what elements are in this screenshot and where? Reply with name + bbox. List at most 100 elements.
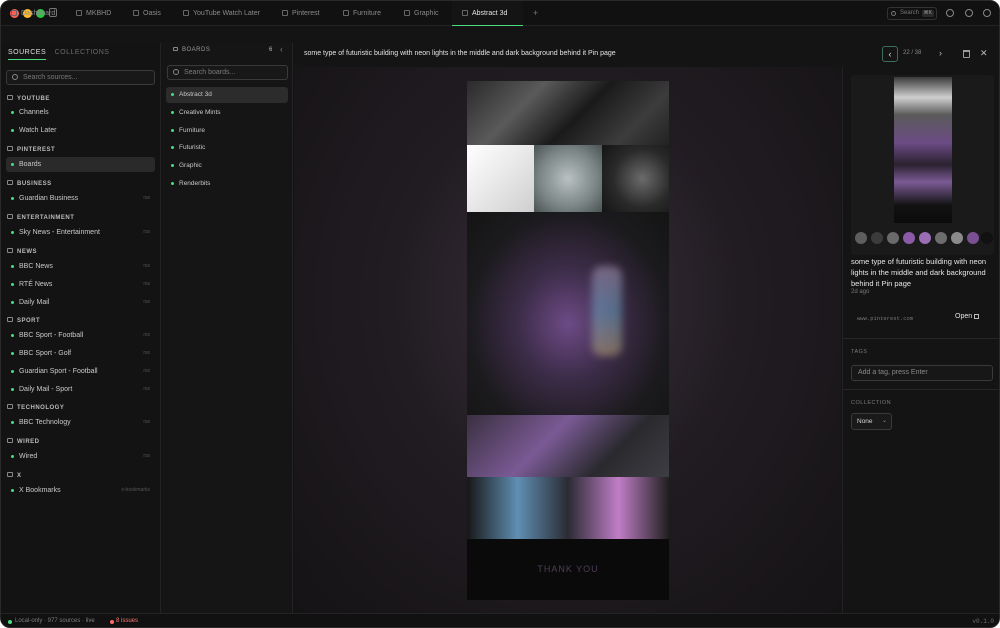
color-swatch[interactable]: [951, 232, 963, 244]
status-dot: [11, 370, 14, 373]
tab-collections[interactable]: COLLECTIONS: [55, 49, 110, 59]
divider: [843, 338, 999, 339]
tab-label: MKBHD: [86, 10, 112, 17]
sidebar-item-watch-later[interactable]: Watch Later: [6, 123, 155, 138]
add-tag-input[interactable]: Add a tag, press Enter: [851, 365, 993, 381]
tab-youtube-watch-later[interactable]: YouTube Watch Later: [173, 1, 260, 26]
folder-icon: [7, 214, 13, 219]
sidebar-item-bbc-news[interactable]: BBC News rss: [6, 259, 155, 274]
sidebar-item-label: BBC Technology: [19, 419, 71, 426]
tags-label: TAGS: [851, 349, 868, 355]
group-header-entertainment[interactable]: ENTERTAINMENT: [7, 212, 74, 224]
group-header-youtube[interactable]: YOUTUBE: [7, 93, 50, 105]
sidebar-item-label: Guardian Business: [19, 195, 79, 202]
settings-icon[interactable]: [946, 9, 954, 17]
sidebar-item-sky-news-entertainment[interactable]: Sky News - Entertainment rss: [6, 225, 155, 240]
source-type-tag: rss: [143, 229, 150, 235]
pin-source-url[interactable]: www.pinterest.com: [857, 315, 913, 322]
sidebar-item-x-bookmarks[interactable]: X Bookmarks x-bookmarks: [6, 483, 155, 498]
status-dot: [171, 129, 174, 132]
tab-oasis[interactable]: Oasis: [123, 1, 161, 26]
board-item-abstract-3d[interactable]: Abstract 3d: [166, 87, 288, 103]
collapse-boards-icon[interactable]: ‹: [280, 45, 283, 54]
sidebar-item-bbc-sport-football[interactable]: BBC Sport - Football rss: [6, 328, 155, 343]
board-item-futuristic[interactable]: Futuristic: [166, 140, 288, 156]
sidebar-item-guardian-business[interactable]: Guardian Business rss: [6, 191, 155, 206]
sidebar-item-daily-mail[interactable]: Daily Mail rss: [6, 295, 155, 310]
color-swatch[interactable]: [887, 232, 899, 244]
global-search-button[interactable]: Search ⌘K: [887, 7, 937, 20]
sidebar-item-bbc-sport-golf[interactable]: BBC Sport - Golf rss: [6, 346, 155, 361]
issues-link[interactable]: 8 issues: [116, 614, 138, 627]
search-boards-input[interactable]: Search boards...: [167, 65, 288, 80]
color-swatch[interactable]: [855, 232, 867, 244]
shortcut-badge: ⌘K: [921, 10, 934, 17]
collection-select[interactable]: None ⌄: [851, 413, 892, 430]
trash-icon[interactable]: [963, 50, 970, 58]
dashboard-icon: [11, 10, 17, 16]
source-type-tag: rss: [143, 368, 150, 374]
group-label: ENTERTAINMENT: [17, 215, 75, 221]
status-dot: [171, 146, 174, 149]
source-type-tag: rss: [143, 332, 150, 338]
color-swatch[interactable]: [919, 232, 931, 244]
board-item-creative-mints[interactable]: Creative Mints: [166, 105, 288, 121]
sidebar-item-boards[interactable]: Boards: [6, 157, 155, 172]
sidebar-item-guardian-sport-football[interactable]: Guardian Sport - Football rss: [6, 364, 155, 379]
group-header-business[interactable]: BUSINESS: [7, 178, 52, 190]
sidebar-item-channels[interactable]: Channels: [6, 105, 155, 120]
tab-label: YouTube Watch Later: [193, 10, 260, 17]
tab-mkbhd[interactable]: MKBHD: [66, 1, 111, 26]
color-swatch[interactable]: [967, 232, 979, 244]
open-link-button[interactable]: Open: [955, 313, 980, 320]
help-icon[interactable]: [965, 9, 973, 17]
status-dot: [11, 455, 14, 458]
board-item-renderbits[interactable]: Renderbits: [166, 176, 288, 192]
pin-image-dark-render: [602, 145, 669, 212]
board-label: Creative Mints: [179, 109, 221, 116]
color-swatch[interactable]: [871, 232, 883, 244]
issues-dot: [110, 620, 114, 624]
global-search-label: Search: [900, 10, 920, 16]
group-header-sport[interactable]: SPORT: [7, 315, 40, 327]
group-header-x[interactable]: X: [7, 470, 22, 482]
sidebar-item-daily-mail-sport[interactable]: Daily Mail - Sport rss: [6, 382, 155, 397]
board-item-furniture[interactable]: Furniture: [166, 123, 288, 139]
next-pin-button[interactable]: ›: [939, 48, 942, 58]
tab-dashboard[interactable]: Dashboard: [1, 1, 55, 26]
close-viewer-button[interactable]: ✕: [980, 48, 988, 59]
group-header-news[interactable]: NEWS: [7, 246, 37, 258]
pin-image: THANK YOU: [467, 81, 669, 600]
search-sources-placeholder: Search sources...: [23, 74, 78, 81]
sidebar-item-rte-news[interactable]: RTÉ News rss: [6, 277, 155, 292]
board-item-graphic[interactable]: Graphic: [166, 158, 288, 174]
folder-icon: [7, 180, 13, 185]
new-tab-button[interactable]: +: [523, 1, 538, 26]
tab-abstract-3d[interactable]: Abstract 3d: [452, 1, 523, 26]
previous-pin-button[interactable]: ‹: [882, 46, 898, 62]
status-dot: [11, 421, 14, 424]
status-dot: [171, 164, 174, 167]
color-swatch[interactable]: [981, 232, 993, 244]
search-sources-input[interactable]: Search sources...: [6, 70, 155, 85]
group-header-pinterest[interactable]: PINTEREST: [7, 144, 55, 156]
tab-graphic[interactable]: Graphic: [394, 1, 439, 26]
sidebar-item-wired[interactable]: Wired rss: [6, 449, 155, 464]
account-icon[interactable]: [983, 9, 991, 17]
pin-image-detail-render: [467, 415, 669, 477]
group-header-technology[interactable]: TECHNOLOGY: [7, 402, 64, 414]
group-header-wired[interactable]: WIRED: [7, 436, 40, 448]
tab-sources[interactable]: SOURCES: [8, 49, 47, 60]
divider: [843, 389, 999, 390]
pin-icon: [462, 10, 468, 16]
sidebar-item-bbc-technology[interactable]: BBC Technology rss: [6, 415, 155, 430]
tab-pinterest[interactable]: Pinterest: [272, 1, 320, 26]
folder-icon: [7, 146, 13, 151]
details-panel: some type of futuristic building with ne…: [842, 67, 999, 613]
color-swatch[interactable]: [903, 232, 915, 244]
pin-image-caption: THANK YOU: [467, 539, 669, 600]
tab-furniture[interactable]: Furniture: [333, 1, 381, 26]
source-type-tag: x-bookmarks: [121, 487, 150, 493]
color-swatch[interactable]: [935, 232, 947, 244]
source-type-tag: rss: [143, 419, 150, 425]
